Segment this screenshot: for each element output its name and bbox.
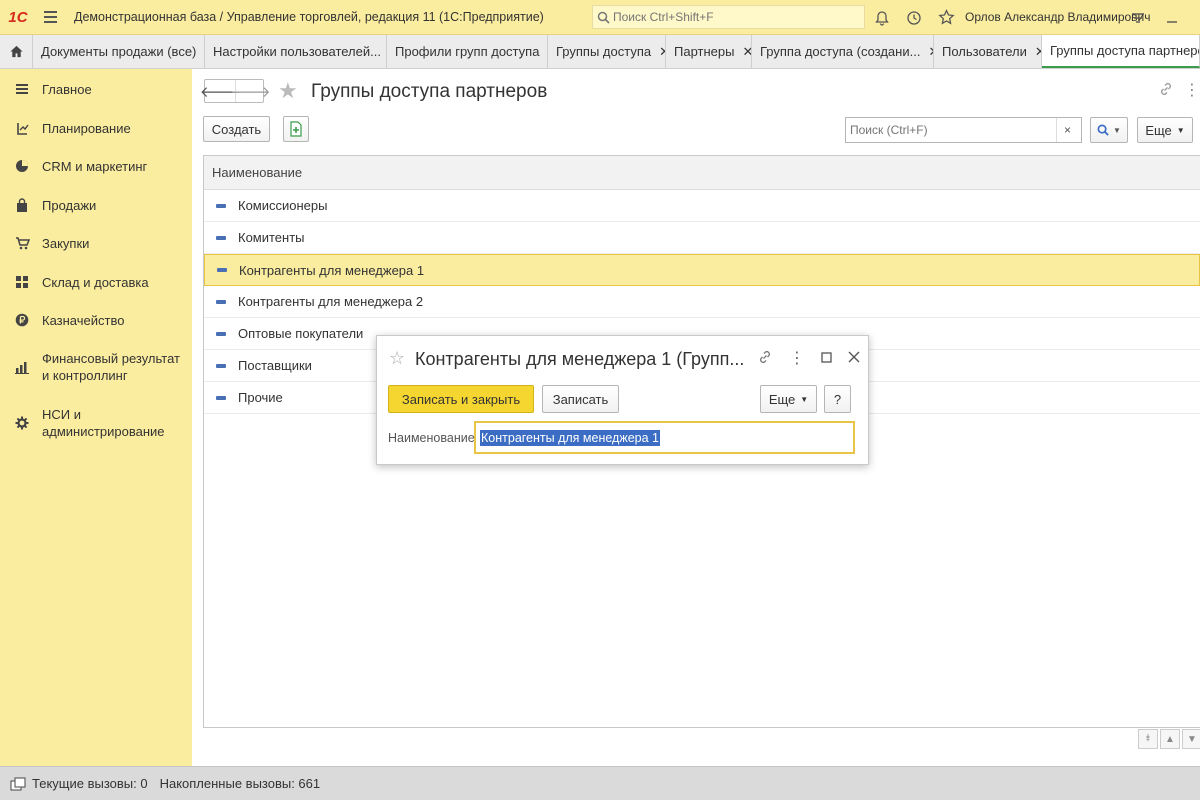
open-windows-tabbar: Документы продажи (все)✕ Настройки польз…: [0, 35, 1200, 69]
tab-access-group-profiles[interactable]: Профили групп доступа✕: [387, 35, 548, 68]
dropdown-arrow-icon: ▼: [800, 394, 809, 404]
forward-arrow-icon[interactable]: 🡒: [230, 80, 271, 102]
copy-button[interactable]: [283, 116, 309, 142]
sidebar-item-treasury[interactable]: Казначейство: [0, 312, 134, 329]
tab-users[interactable]: Пользователи✕: [934, 35, 1042, 68]
pie-chart-icon: [14, 158, 30, 174]
scroll-down-icon[interactable]: ▼: [1182, 729, 1200, 749]
tab-close-icon[interactable]: ✕: [742, 44, 751, 60]
tab-access-group-create[interactable]: Группа доступа (создани...✕: [752, 35, 934, 68]
accumulated-calls: Накопленные вызовы: 661: [159, 776, 321, 791]
add-favorite-star-icon[interactable]: ★: [278, 78, 298, 104]
title-bar: 1С Демонстрационная база / Управление то…: [0, 0, 1200, 35]
dropdown-arrow-icon: ▼: [1176, 125, 1185, 135]
copy-document-icon: [290, 121, 302, 137]
app-title: Демонстрационная база / Управление торго…: [74, 10, 544, 24]
column-header-name[interactable]: Наименование: [204, 156, 1200, 190]
current-calls: Текущие вызовы: 0: [32, 776, 148, 791]
scroll-top-icon[interactable]: ⯒: [1138, 729, 1158, 749]
global-search-input[interactable]: [613, 10, 853, 24]
list-item-icon: [216, 235, 226, 240]
link-icon[interactable]: [1158, 81, 1174, 100]
list-item-icon: [216, 203, 226, 208]
warehouse-icon: [14, 274, 30, 290]
dialog-more-button[interactable]: Еще ▼: [760, 385, 817, 413]
tab-partners[interactable]: Партнеры✕: [666, 35, 752, 68]
tab-close-icon[interactable]: ✕: [1035, 44, 1041, 60]
global-search[interactable]: [592, 5, 865, 29]
dialog-close-icon[interactable]: [848, 351, 860, 366]
save-and-close-button[interactable]: Записать и закрыть: [388, 385, 534, 413]
history-icon[interactable]: [904, 8, 924, 28]
gear-icon: [14, 415, 30, 431]
sidebar-item-main[interactable]: Главное: [0, 81, 102, 98]
cart-icon: [14, 235, 30, 251]
name-field[interactable]: Контрагенты для менеджера 1: [474, 421, 855, 454]
sidebar-item-planning[interactable]: Планирование: [0, 120, 141, 137]
windows-icon[interactable]: [10, 776, 26, 792]
bell-icon[interactable]: [872, 8, 892, 28]
more-actions-icon[interactable]: ⋮: [1184, 80, 1200, 100]
sidebar-item-admin[interactable]: НСИ и администрирование: [0, 406, 190, 440]
tab-close-icon[interactable]: ✕: [659, 44, 665, 60]
status-bar: Текущие вызовы: 0 Накопленные вызовы: 66…: [0, 766, 1200, 800]
list-scroll-buttons: ⯒ ▲ ▼: [1138, 729, 1200, 749]
page-title: Группы доступа партнеров: [311, 81, 548, 102]
dropdown-arrow-icon: ▼: [1113, 125, 1121, 135]
tab-user-settings[interactable]: Настройки пользователей...✕: [205, 35, 387, 68]
shopping-bag-icon: [14, 197, 30, 213]
dialog-favorite-star-icon[interactable]: ☆: [389, 348, 405, 369]
sidebar-item-sales[interactable]: Продажи: [0, 197, 106, 214]
clear-search-icon[interactable]: ×: [1056, 118, 1078, 142]
create-button[interactable]: Создать: [203, 116, 270, 142]
list-item-icon: [216, 363, 226, 368]
ruble-coin-icon: [14, 312, 30, 328]
search-icon: [593, 11, 613, 24]
dialog-maximize-icon[interactable]: [821, 351, 832, 366]
name-field-value: Контрагенты для менеджера 1: [480, 429, 660, 446]
list-item-selected[interactable]: Контрагенты для менеджера 1: [204, 254, 1200, 286]
favorites-star-icon[interactable]: [936, 8, 956, 28]
sidebar-item-purchases[interactable]: Закупки: [0, 235, 99, 252]
list-item[interactable]: Комиссионеры: [204, 190, 1200, 222]
search-icon: [1097, 124, 1109, 136]
list-item[interactable]: Комитенты: [204, 222, 1200, 254]
list-item[interactable]: Контрагенты для менеджера 2: [204, 286, 1200, 318]
minimize-icon[interactable]: [1162, 8, 1182, 28]
sidebar-item-financial-result[interactable]: Финансовый результат и контроллинг: [0, 350, 190, 384]
home-icon[interactable]: [0, 35, 33, 68]
save-button[interactable]: Записать: [542, 385, 619, 413]
list-search[interactable]: ×: [845, 117, 1082, 143]
help-button[interactable]: ?: [824, 385, 851, 413]
settings-sliders-icon[interactable]: [1128, 8, 1148, 28]
dialog-more-icon[interactable]: ⋮: [789, 348, 805, 368]
list-item-icon: [216, 331, 226, 336]
main-menu-icon[interactable]: [36, 0, 64, 35]
app-logo: 1С: [8, 8, 28, 26]
edit-group-dialog: ☆ Контрагенты для менеджера 1 (Групп... …: [376, 335, 869, 465]
tab-partner-access-groups[interactable]: Группы доступа партнеров: [1042, 35, 1200, 68]
sidebar-item-warehouse[interactable]: Склад и доставка: [0, 274, 159, 291]
bar-chart-icon: [14, 359, 30, 375]
search-options-button[interactable]: ▼: [1090, 117, 1128, 143]
dialog-link-icon[interactable]: [757, 349, 773, 368]
list-item-icon: [216, 395, 226, 400]
dialog-title: Контрагенты для менеджера 1 (Групп...: [415, 349, 745, 369]
list-item-icon: [217, 268, 227, 272]
tab-sales-documents[interactable]: Документы продажи (все)✕: [33, 35, 205, 68]
list-item-icon: [216, 299, 226, 304]
sections-sidebar: Главное Планирование CRM и маркетинг Про…: [0, 69, 192, 766]
scroll-up-icon[interactable]: ▲: [1160, 729, 1180, 749]
name-field-label: Наименование:: [388, 431, 479, 445]
list-search-input[interactable]: [846, 123, 1056, 137]
tab-access-groups[interactable]: Группы доступа✕: [548, 35, 666, 68]
maximize-icon[interactable]: [1196, 8, 1200, 28]
history-nav: 🡐 🡒: [200, 79, 271, 103]
more-button[interactable]: Еще ▼: [1137, 117, 1193, 143]
planning-icon: [14, 120, 30, 136]
sidebar-item-crm[interactable]: CRM и маркетинг: [0, 158, 157, 175]
user-name[interactable]: Орлов Александр Владимирович: [965, 10, 1151, 24]
menu-lines-icon: [14, 81, 30, 97]
